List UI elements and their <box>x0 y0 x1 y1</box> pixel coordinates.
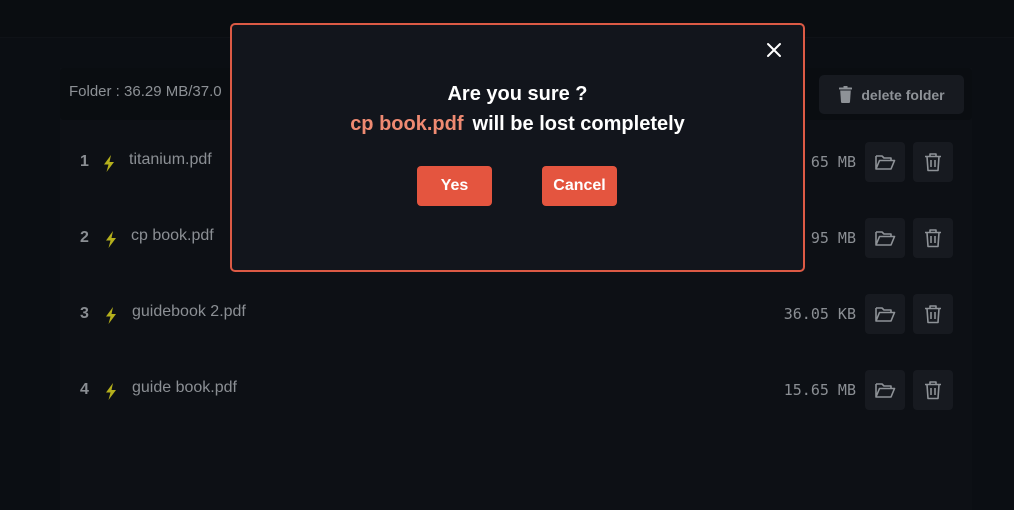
file-name: titanium.pdf <box>129 151 212 168</box>
trash-icon <box>925 153 941 172</box>
open-file-button[interactable] <box>865 294 905 334</box>
trash-icon <box>925 229 941 248</box>
lightning-bolt-icon <box>106 307 116 324</box>
folder-open-icon <box>875 307 896 322</box>
folder-open-icon <box>875 231 896 246</box>
file-index: 2 <box>80 229 89 246</box>
delete-file-button[interactable] <box>913 142 953 182</box>
open-file-button[interactable] <box>865 370 905 410</box>
file-name: cp book.pdf <box>131 227 214 244</box>
file-size: 95 MB <box>810 229 856 247</box>
folder-open-icon <box>875 155 896 170</box>
dialog-message: cp book.pdf will be lost completely <box>232 113 803 136</box>
file-name: guidebook 2.pdf <box>132 303 246 320</box>
file-index: 3 <box>80 305 89 322</box>
file-size: 36.05 KB <box>783 305 856 323</box>
file-size: 15.65 MB <box>783 381 856 399</box>
delete-file-button[interactable] <box>913 294 953 334</box>
trash-icon <box>925 305 941 324</box>
delete-folder-label: delete folder <box>861 86 945 103</box>
close-icon <box>767 43 781 57</box>
file-name: guide book.pdf <box>132 379 237 396</box>
file-row[interactable]: 3 guidebook 2.pdf 36.05 KB <box>60 284 972 350</box>
file-index: 1 <box>80 153 89 170</box>
dialog-message-text: will be lost completely <box>472 113 685 135</box>
cancel-button[interactable]: Cancel <box>542 166 617 206</box>
delete-file-button[interactable] <box>913 218 953 258</box>
trash-icon <box>839 86 853 103</box>
dialog-filename: cp book.pdf <box>350 113 464 135</box>
lightning-bolt-icon <box>106 383 116 400</box>
file-index: 4 <box>80 381 89 398</box>
close-dialog-button[interactable] <box>765 41 783 59</box>
confirm-delete-dialog: Are you sure ? cp book.pdf will be lost c… <box>230 23 805 272</box>
dialog-title: Are you sure ? <box>447 83 588 105</box>
folder-usage-text: Folder : 36.29 MB/37.0 <box>69 83 222 100</box>
lightning-bolt-icon <box>106 231 116 248</box>
open-file-button[interactable] <box>865 218 905 258</box>
file-size: 65 MB <box>810 153 856 171</box>
open-file-button[interactable] <box>865 142 905 182</box>
file-row[interactable]: 4 guide book.pdf 15.65 MB <box>60 360 972 426</box>
delete-file-button[interactable] <box>913 370 953 410</box>
folder-open-icon <box>875 383 896 398</box>
delete-folder-button[interactable]: delete folder <box>819 75 964 114</box>
lightning-bolt-icon <box>104 155 114 172</box>
yes-button[interactable]: Yes <box>417 166 492 206</box>
trash-icon <box>925 381 941 400</box>
